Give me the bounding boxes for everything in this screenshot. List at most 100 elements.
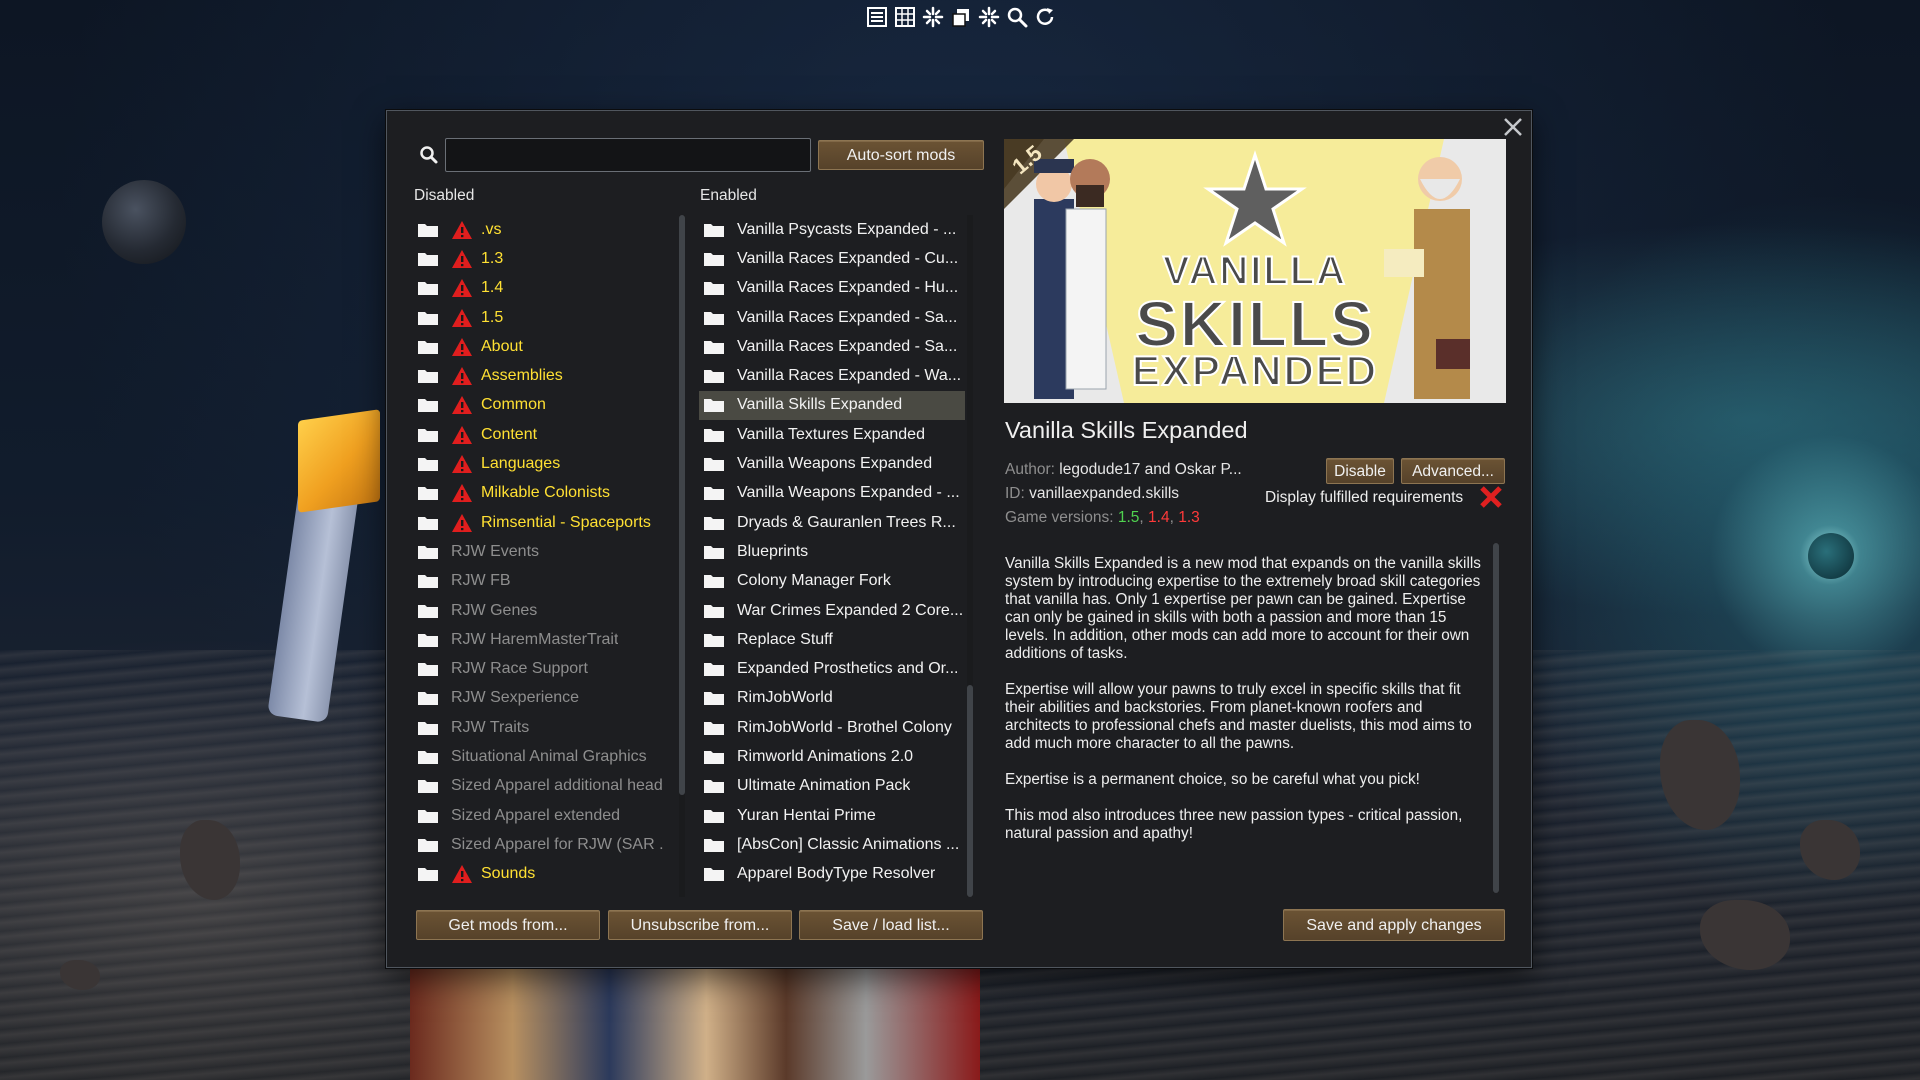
folder-icon[interactable] bbox=[417, 720, 439, 736]
disabled-mod-item[interactable]: RJW Sexperience bbox=[413, 684, 663, 713]
folder-icon[interactable] bbox=[703, 690, 725, 706]
save-apply-button[interactable]: Save and apply changes bbox=[1283, 909, 1505, 941]
folder-icon[interactable] bbox=[417, 310, 439, 326]
enabled-scrollbar[interactable] bbox=[967, 215, 973, 897]
folder-icon[interactable] bbox=[703, 222, 725, 238]
enabled-mod-item[interactable]: RimJobWorld - Brothel Colony bbox=[699, 713, 965, 742]
enabled-mod-list[interactable]: Vanilla Psycasts Expanded - ... Vanilla R… bbox=[699, 215, 965, 897]
enabled-mod-item[interactable]: Ultimate Animation Pack bbox=[699, 772, 965, 801]
enabled-mod-item-selected[interactable]: Vanilla Skills Expanded bbox=[699, 390, 965, 421]
disable-button[interactable]: Disable bbox=[1326, 458, 1394, 484]
folder-icon[interactable] bbox=[703, 778, 725, 794]
folder-icon[interactable] bbox=[703, 456, 725, 472]
disabled-mod-item[interactable]: RJW FB bbox=[413, 567, 663, 596]
disabled-mod-item[interactable]: RJW Traits bbox=[413, 713, 663, 742]
folder-icon[interactable] bbox=[417, 397, 439, 413]
disabled-mod-item[interactable]: 1.3 bbox=[413, 244, 663, 273]
folder-icon[interactable] bbox=[703, 368, 725, 384]
disabled-mod-item[interactable]: RJW Events bbox=[413, 537, 663, 566]
enabled-scroll-thumb[interactable] bbox=[967, 685, 973, 897]
disabled-mod-list[interactable]: .vs 1.3 1.4 1.5 About Assemblies Common Content… bbox=[413, 215, 663, 897]
disabled-mod-item[interactable]: 1.4 bbox=[413, 274, 663, 303]
folder-icon[interactable] bbox=[703, 837, 725, 853]
disabled-mod-item[interactable]: Sized Apparel extended bbox=[413, 801, 663, 830]
folder-icon[interactable] bbox=[417, 808, 439, 824]
enabled-mod-item[interactable]: Blueprints bbox=[699, 537, 965, 566]
folder-icon[interactable] bbox=[703, 573, 725, 589]
unsubscribe-button[interactable]: Unsubscribe from... bbox=[608, 910, 792, 940]
enabled-mod-item[interactable]: Dryads & Gauranlen Trees R... bbox=[699, 508, 965, 537]
description-scroll-thumb[interactable] bbox=[1493, 543, 1499, 893]
disabled-mod-item[interactable]: Assemblies bbox=[413, 361, 663, 390]
copy-icon[interactable] bbox=[948, 4, 974, 30]
folder-icon[interactable] bbox=[417, 866, 439, 882]
folder-icon[interactable] bbox=[417, 485, 439, 501]
enabled-mod-item[interactable]: Apparel BodyType Resolver bbox=[699, 860, 965, 889]
search-icon[interactable] bbox=[1004, 4, 1030, 30]
folder-icon[interactable] bbox=[417, 339, 439, 355]
enabled-mod-item[interactable]: Vanilla Races Expanded - Wa... bbox=[699, 361, 965, 390]
enabled-mod-item[interactable]: Colony Manager Fork bbox=[699, 567, 965, 596]
disabled-mod-item[interactable]: Common bbox=[413, 391, 663, 420]
folder-icon[interactable] bbox=[703, 808, 725, 824]
disabled-mod-item[interactable]: Sized Apparel for RJW (SAR ... bbox=[413, 830, 663, 859]
disabled-mod-item[interactable]: Sounds bbox=[413, 860, 663, 889]
list-icon[interactable] bbox=[864, 4, 890, 30]
advanced-button[interactable]: Advanced... bbox=[1401, 458, 1505, 484]
enabled-mod-item[interactable]: Vanilla Psycasts Expanded - ... bbox=[699, 215, 965, 244]
folder-icon[interactable] bbox=[417, 544, 439, 560]
requirements-toggle[interactable] bbox=[1479, 485, 1503, 509]
enabled-mod-item[interactable]: Rimworld Animations 2.0 bbox=[699, 742, 965, 771]
folder-icon[interactable] bbox=[417, 749, 439, 765]
save-load-list-button[interactable]: Save / load list... bbox=[799, 910, 983, 940]
folder-icon[interactable] bbox=[417, 690, 439, 706]
search-input[interactable] bbox=[445, 138, 811, 172]
folder-icon[interactable] bbox=[703, 310, 725, 326]
folder-icon[interactable] bbox=[417, 368, 439, 384]
enabled-mod-item[interactable]: Vanilla Textures Expanded bbox=[699, 420, 965, 449]
enabled-mod-item[interactable]: Replace Stuff bbox=[699, 625, 965, 654]
folder-icon[interactable] bbox=[703, 280, 725, 296]
enabled-mod-item[interactable]: Vanilla Races Expanded - Sa... bbox=[699, 332, 965, 361]
folder-icon[interactable] bbox=[703, 749, 725, 765]
folder-icon[interactable] bbox=[417, 837, 439, 853]
folder-icon[interactable] bbox=[417, 251, 439, 267]
enabled-mod-item[interactable]: Vanilla Races Expanded - Cu... bbox=[699, 244, 965, 273]
spark-icon[interactable] bbox=[920, 4, 946, 30]
folder-icon[interactable] bbox=[703, 397, 725, 413]
disabled-mod-item[interactable]: RJW Genes bbox=[413, 596, 663, 625]
folder-icon[interactable] bbox=[703, 515, 725, 531]
enabled-mod-item[interactable]: War Crimes Expanded 2 Core... bbox=[699, 596, 965, 625]
folder-icon[interactable] bbox=[417, 632, 439, 648]
folder-icon[interactable] bbox=[417, 515, 439, 531]
disabled-mod-item[interactable]: About bbox=[413, 332, 663, 361]
folder-icon[interactable] bbox=[703, 251, 725, 267]
folder-icon[interactable] bbox=[417, 603, 439, 619]
disabled-mod-item[interactable]: 1.5 bbox=[413, 303, 663, 332]
folder-icon[interactable] bbox=[703, 427, 725, 443]
folder-icon[interactable] bbox=[417, 456, 439, 472]
enabled-mod-item[interactable]: [AbsCon] Classic Animations ... bbox=[699, 830, 965, 859]
folder-icon[interactable] bbox=[703, 485, 725, 501]
disabled-mod-item[interactable]: Situational Animal Graphics bbox=[413, 742, 663, 771]
folder-icon[interactable] bbox=[703, 603, 725, 619]
enabled-mod-item[interactable]: Vanilla Races Expanded - Hu... bbox=[699, 274, 965, 303]
disabled-mod-item[interactable]: RJW HaremMasterTrait bbox=[413, 625, 663, 654]
folder-icon[interactable] bbox=[703, 720, 725, 736]
disabled-mod-item[interactable]: Rimsential - Spaceports bbox=[413, 508, 663, 537]
disabled-mod-item[interactable]: Milkable Colonists bbox=[413, 479, 663, 508]
enabled-mod-item[interactable]: Yuran Hentai Prime bbox=[699, 801, 965, 830]
enabled-mod-item[interactable]: RimJobWorld bbox=[699, 684, 965, 713]
disabled-mod-item[interactable]: RJW Race Support bbox=[413, 654, 663, 683]
spark-alt-icon[interactable] bbox=[976, 4, 1002, 30]
disabled-scrollbar[interactable] bbox=[679, 215, 685, 897]
disabled-scroll-thumb[interactable] bbox=[679, 215, 685, 795]
refresh-icon[interactable] bbox=[1032, 4, 1058, 30]
auto-sort-button[interactable]: Auto-sort mods bbox=[818, 140, 984, 170]
enabled-mod-item[interactable]: Vanilla Weapons Expanded bbox=[699, 449, 965, 478]
folder-icon[interactable] bbox=[703, 866, 725, 882]
folder-icon[interactable] bbox=[417, 778, 439, 794]
folder-icon[interactable] bbox=[703, 544, 725, 560]
folder-icon[interactable] bbox=[417, 573, 439, 589]
description-scrollbar[interactable] bbox=[1493, 543, 1499, 893]
